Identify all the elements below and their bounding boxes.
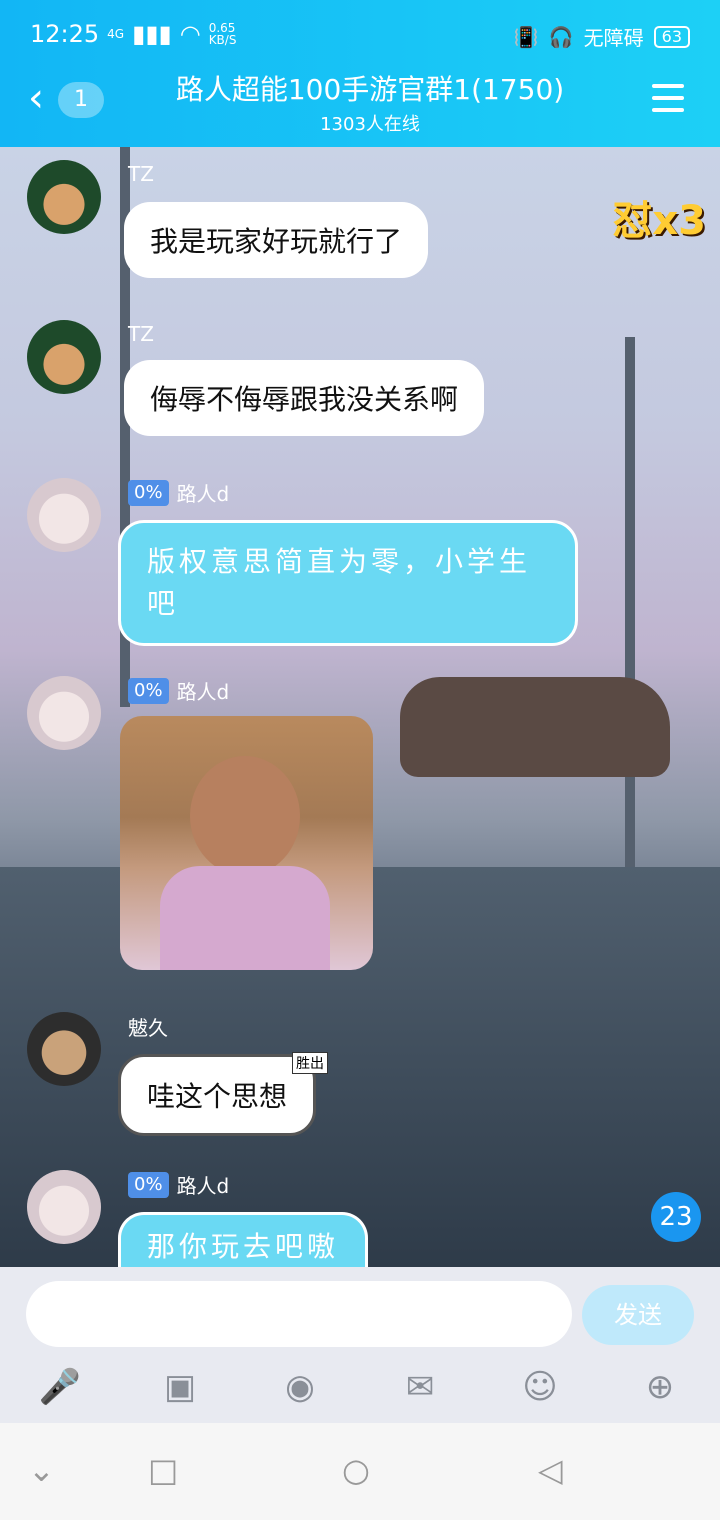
microphone-icon[interactable]: 🎤 — [38, 1365, 82, 1409]
network-speed: 0.65 KB/S — [208, 21, 237, 47]
headphone-icon: 🎧 — [548, 24, 574, 49]
avatar[interactable] — [27, 1170, 101, 1244]
avatar[interactable] — [27, 676, 101, 750]
image-icon[interactable]: ▣ — [158, 1365, 202, 1409]
emoji-icon[interactable]: ☺ — [518, 1365, 562, 1409]
network-label: 4G — [107, 27, 125, 41]
top-bar: 12:25 4G ▮▮▮ ◠ 0.65 KB/S 📳 🎧 无障碍 63 ‹ 1 … — [0, 0, 720, 147]
square-icon[interactable]: □ — [148, 1451, 178, 1489]
red-packet-icon[interactable]: ✉ — [398, 1365, 442, 1409]
level-tag: 0% — [128, 1171, 169, 1198]
send-button[interactable]: 发送 — [582, 1285, 694, 1345]
message-bubble[interactable]: 哇这个思想 — [118, 1054, 317, 1136]
message-input[interactable] — [26, 1281, 572, 1347]
accessibility-label: 无障碍 — [583, 26, 644, 50]
message-bubble[interactable]: 那你玩去吧嗷 — [118, 1212, 369, 1268]
chat-background — [0, 147, 720, 1267]
toolbar: 🎤 ▣ ◉ ✉ ☺ ⊕ — [0, 1365, 720, 1411]
sticker-badge: 怼x3 — [612, 198, 706, 244]
status-right: 📳 🎧 无障碍 63 — [514, 22, 690, 51]
sender-name: 0% 路人d — [128, 676, 229, 705]
message-bubble[interactable]: 侮辱不侮辱跟我没关系啊 — [124, 360, 485, 436]
sender-name: 魃久 — [128, 1016, 168, 1040]
signal-icon: ▮▮▮ — [132, 20, 172, 48]
sender-name: 0% 路人d — [128, 478, 229, 507]
vibrate-icon: 📳 — [513, 24, 539, 49]
avatar[interactable] — [27, 1012, 101, 1086]
chat-title: 路人超能100手游官群1(1750) — [175, 73, 565, 106]
image-message[interactable] — [120, 716, 373, 970]
sender-name: TZ — [128, 162, 154, 186]
unread-badge: 1 — [58, 82, 104, 118]
down-icon[interactable]: ⌄ — [28, 1451, 55, 1489]
level-tag: 0% — [128, 479, 169, 506]
avatar[interactable] — [27, 160, 101, 234]
sender-name: TZ — [128, 322, 154, 346]
camera-icon[interactable]: ◉ — [278, 1365, 322, 1409]
circle-icon[interactable]: ○ — [342, 1451, 370, 1489]
message-bubble[interactable]: 我是玩家好玩就行了 — [124, 202, 429, 278]
wifi-icon: ◠ — [179, 20, 201, 48]
online-count: 1303人在线 — [320, 114, 420, 135]
back-triangle-icon[interactable]: ◁ — [538, 1451, 563, 1489]
composer: 发送 🎤 ▣ ◉ ✉ ☺ ⊕ — [0, 1267, 720, 1423]
status-time: 12:25 — [30, 20, 100, 48]
win-tag: 胜出 — [292, 1052, 328, 1074]
battery-indicator: 63 — [653, 25, 690, 48]
avatar[interactable] — [27, 478, 101, 552]
status-bar: 12:25 4G ▮▮▮ ◠ 0.65 KB/S — [30, 20, 236, 48]
avatar[interactable] — [27, 320, 101, 394]
back-button[interactable]: ‹ — [28, 78, 44, 118]
system-nav-bar: ⌄ □ ○ ◁ — [0, 1423, 720, 1520]
message-bubble[interactable]: 版权意思简直为零，小学生吧 — [118, 520, 578, 646]
plus-icon[interactable]: ⊕ — [638, 1365, 682, 1409]
level-tag: 0% — [128, 677, 169, 704]
background-car — [400, 677, 670, 777]
sender-name: 0% 路人d — [128, 1170, 229, 1199]
menu-icon[interactable] — [652, 84, 684, 120]
unread-count-bubble[interactable]: 23 — [651, 1192, 701, 1242]
